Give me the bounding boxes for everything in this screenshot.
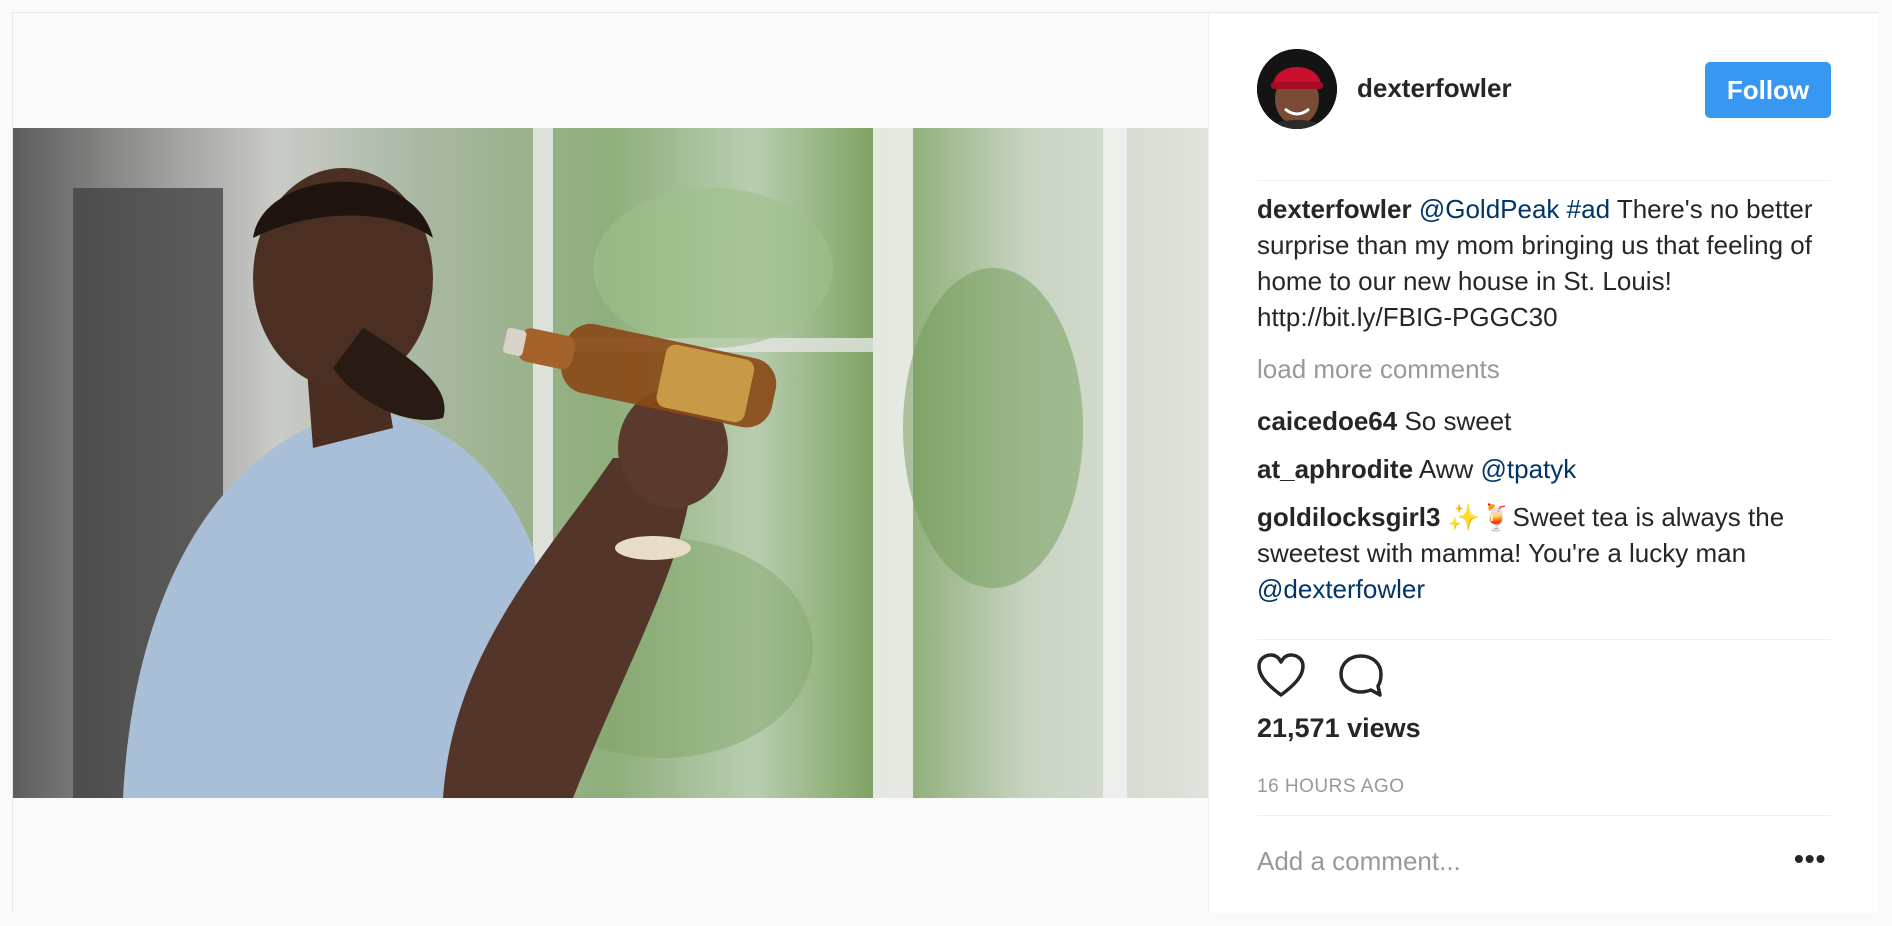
comment-username[interactable]: at_aphrodite bbox=[1257, 454, 1413, 484]
view-count: 21,571 views bbox=[1257, 713, 1421, 743]
header-divider bbox=[1257, 180, 1831, 181]
comment-username[interactable]: goldilocksgirl3 bbox=[1257, 502, 1441, 532]
post-timestamp[interactable]: 16 HOURS AGO bbox=[1257, 776, 1405, 798]
more-options-icon[interactable]: ••• bbox=[1794, 845, 1826, 873]
comment-item: at_aphrodite Aww @tpatyk bbox=[1257, 451, 1831, 487]
comment-text: So sweet bbox=[1404, 406, 1512, 436]
comment-username[interactable]: caicedoe64 bbox=[1257, 406, 1397, 436]
caption-hashtag[interactable]: #ad bbox=[1567, 194, 1610, 224]
comments-divider bbox=[1257, 639, 1831, 640]
footer-divider bbox=[1257, 815, 1831, 816]
comment-item: goldilocksgirl3 ✨🍹Sweet tea is always th… bbox=[1257, 499, 1831, 607]
comment-mention[interactable]: @tpatyk bbox=[1481, 454, 1577, 484]
comment-item: caicedoe64 So sweet bbox=[1257, 403, 1831, 439]
add-comment-input[interactable] bbox=[1257, 841, 1757, 881]
caption-mention[interactable]: @GoldPeak bbox=[1419, 194, 1560, 224]
comment-mention[interactable]: @dexterfowler bbox=[1257, 574, 1425, 604]
caption: dexterfowler @GoldPeak #ad There's no be… bbox=[1257, 191, 1831, 335]
heart-icon[interactable] bbox=[1257, 653, 1305, 704]
post-header: dexterfowler Follow bbox=[1257, 49, 1831, 143]
avatar-image bbox=[1257, 49, 1337, 129]
author-username[interactable]: dexterfowler bbox=[1357, 73, 1512, 104]
caption-username[interactable]: dexterfowler bbox=[1257, 194, 1412, 224]
load-more-comments-link[interactable]: load more comments bbox=[1257, 351, 1831, 387]
follow-button[interactable]: Follow bbox=[1705, 62, 1831, 118]
post-sidebar: dexterfowler Follow dexterfowler @GoldPe… bbox=[1208, 13, 1878, 913]
media-area bbox=[13, 13, 1208, 913]
author-avatar[interactable] bbox=[1257, 49, 1337, 129]
comments-list: dexterfowler @GoldPeak #ad There's no be… bbox=[1257, 191, 1831, 636]
post-video[interactable] bbox=[13, 128, 1208, 798]
comment-text: Aww bbox=[1418, 454, 1474, 484]
comment-bubble-icon[interactable] bbox=[1337, 653, 1385, 704]
instagram-post: dexterfowler Follow dexterfowler @GoldPe… bbox=[12, 12, 1878, 913]
video-frame-illustration bbox=[73, 128, 1127, 798]
